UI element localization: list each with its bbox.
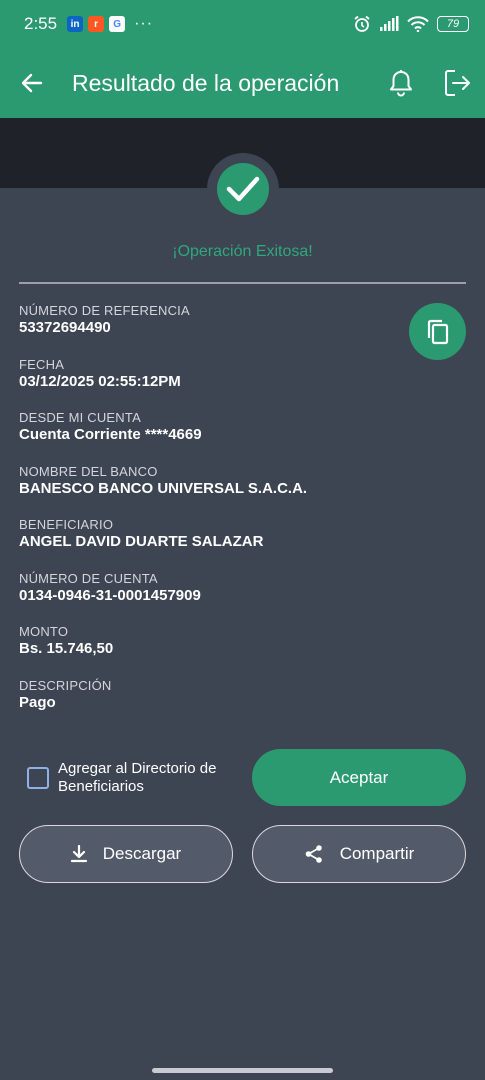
source-account-field: DESDE MI CUENTA Cuenta Corriente ****466… — [19, 409, 399, 463]
accept-button[interactable]: Aceptar — [252, 749, 466, 806]
success-message: ¡Operación Exitosa! — [172, 243, 313, 260]
success-badge — [207, 153, 279, 225]
field-value: Pago — [19, 693, 56, 711]
copy-reference-button[interactable] — [409, 303, 466, 360]
field-value: ANGEL DAVID DUARTE SALAZAR — [19, 533, 264, 550]
field-value: 03/12/2025 02:55:12PM — [19, 372, 181, 390]
field-label: DESCRIPCIÓN — [19, 677, 112, 693]
app-bar: Resultado de la operación — [0, 48, 485, 118]
field-value: 53372694490 — [19, 319, 111, 336]
back-button[interactable] — [0, 48, 64, 118]
home-indicator[interactable] — [152, 1068, 333, 1073]
field-value: BANESCO BANCO UNIVERSAL S.A.C.A. — [19, 479, 308, 497]
check-icon — [226, 176, 260, 202]
linkedin-icon: in — [67, 16, 84, 32]
field-label: NÚMERO DE REFERENCIA — [19, 303, 190, 318]
field-label: MONTO — [19, 624, 69, 639]
logout-button[interactable] — [429, 48, 485, 118]
amount-field: MONTO Bs. 15.746,50 — [19, 623, 399, 677]
bank-name-field: NOMBRE DEL BANCO BANESCO BANCO UNIVERSAL… — [19, 463, 399, 517]
beneficiary-field: BENEFICIARIO ANGEL DAVID DUARTE SALAZAR — [19, 516, 399, 570]
field-label: DESDE MI CUENTA — [19, 410, 141, 425]
share-label: Compartir — [339, 844, 415, 863]
add-to-directory-row[interactable]: Agregar al Directorio de Beneficiarios — [27, 760, 238, 796]
wifi-icon — [407, 16, 429, 32]
field-label: FECHA — [19, 356, 65, 372]
date-field: FECHA 03/12/2025 02:55:12PM — [19, 356, 399, 410]
operation-details: NÚMERO DE REFERENCIA 53372694490 FECHA 0… — [19, 302, 399, 730]
status-time: 2:55 — [24, 14, 58, 33]
download-label: Descargar — [102, 844, 182, 863]
field-label: NÚMERO DE CUENTA — [19, 570, 158, 586]
share-button[interactable]: Compartir — [252, 825, 466, 883]
divider — [19, 282, 466, 284]
page-title: Resultado de la operación — [72, 69, 340, 96]
reddit-icon: r — [88, 16, 105, 32]
download-button[interactable]: Descargar — [19, 825, 233, 883]
field-value: 0134-0946-31-0001457909 — [19, 586, 201, 604]
google-icon: G — [109, 16, 126, 32]
add-to-directory-checkbox[interactable] — [27, 767, 49, 789]
success-circle — [217, 163, 269, 215]
add-to-directory-label[interactable]: Agregar al Directorio de Beneficiarios — [58, 760, 238, 796]
field-value: Bs. 15.746,50 — [19, 640, 114, 657]
download-icon — [70, 845, 87, 863]
arrow-left-icon — [21, 73, 43, 93]
field-value: Cuenta Corriente ****4669 — [19, 426, 202, 443]
field-label: NOMBRE DEL BANCO — [19, 463, 158, 479]
reference-number-field: NÚMERO DE REFERENCIA 53372694490 — [19, 302, 399, 356]
status-bar: 2:55 in r G ··· 79 — [0, 0, 485, 48]
share-icon — [305, 845, 322, 863]
copy-icon — [427, 319, 448, 344]
field-label: BENEFICIARIO — [19, 517, 114, 532]
signal-icon — [380, 16, 399, 31]
notifications-button[interactable] — [373, 48, 429, 118]
alarm-icon — [354, 15, 370, 32]
battery-icon: 79 — [437, 16, 469, 32]
logout-icon — [445, 70, 470, 96]
bell-icon — [390, 70, 412, 97]
description-field: DESCRIPCIÓN Pago — [19, 677, 399, 731]
account-number-field: NÚMERO DE CUENTA 0134-0946-31-0001457909 — [19, 570, 399, 624]
more-notifications-icon: ··· — [134, 15, 154, 32]
